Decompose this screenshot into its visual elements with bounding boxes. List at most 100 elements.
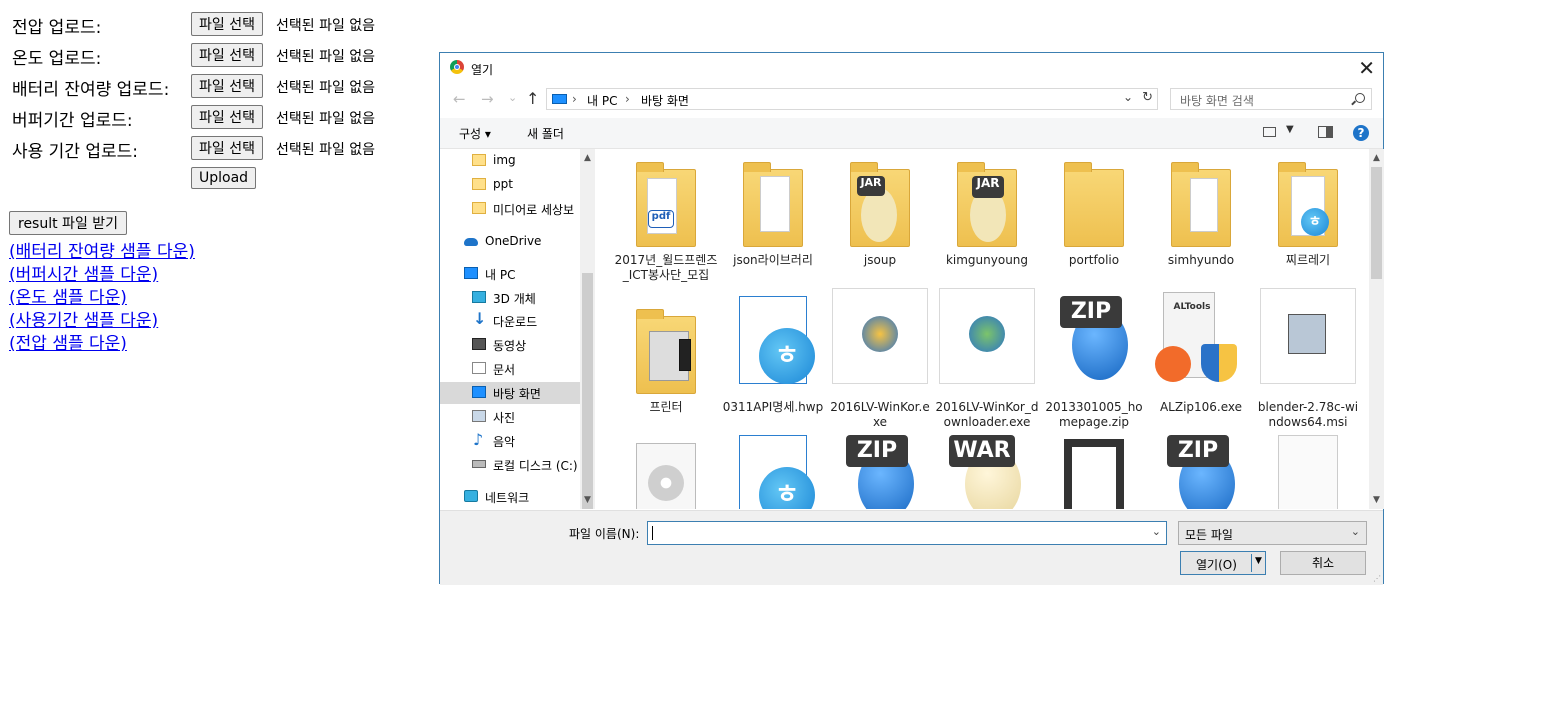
nav-item-pictures[interactable]: 사진 <box>440 406 580 428</box>
file-list: pdf 2017년_윌드프렌즈_ICT봉사단_모집 json라이브러리 JAR … <box>596 149 1369 509</box>
open-button[interactable]: 열기(O) ▼ <box>1180 551 1266 575</box>
search-box[interactable]: 바탕 화면 검색 <box>1170 88 1372 110</box>
nav-item-3d-objects[interactable]: 3D 개체 <box>440 287 580 309</box>
folder-icon <box>743 162 803 247</box>
nav-item-label: img <box>493 153 516 167</box>
usage-sample-link[interactable]: (사용기간 샘플 다운) <box>9 306 158 331</box>
folder-icon: JAR <box>957 162 1017 247</box>
zip-badge: ZIP <box>1060 296 1122 328</box>
buffer-sample-link[interactable]: (버퍼시간 샘플 다운) <box>9 260 158 285</box>
music-icon <box>472 430 486 449</box>
voltage-file-status: 선택된 파일 없음 <box>276 18 376 34</box>
address-bar[interactable]: › 내 PC › 바탕 화면 ⌄ ↻ <box>546 88 1158 110</box>
nav-item-media[interactable]: 미디어로 세상보 <box>440 198 580 220</box>
nav-item-img[interactable]: img <box>440 150 580 172</box>
local-disk-icon <box>472 460 486 468</box>
dialog-footer: 파일 이름(N): ⌄ 모든 파일 ⌄ 열기(O) ▼ 취소 ⋰ <box>440 510 1383 585</box>
battery-file-status: 선택된 파일 없음 <box>276 80 376 96</box>
chevron-down-icon[interactable]: ⌄ <box>1123 90 1133 104</box>
pdf-icon: pdf <box>648 210 674 228</box>
voltage-sample-link[interactable]: (전압 샘플 다운) <box>9 329 127 354</box>
breadcrumb-my-pc[interactable]: 내 PC <box>587 92 617 109</box>
nav-item-ppt[interactable]: ppt <box>440 174 580 196</box>
nav-pane-scrollbar[interactable]: ▲ ▼ <box>580 149 595 509</box>
msi-icon <box>1288 314 1326 354</box>
nav-item-music[interactable]: 음악 <box>440 430 580 452</box>
nav-item-local-disk[interactable]: 로컬 디스크 (C:) <box>440 454 580 476</box>
installer-icon <box>969 316 1005 352</box>
nav-item-label: 3D 개체 <box>493 292 536 306</box>
file-name: jsoup <box>863 253 897 267</box>
pictures-icon <box>472 410 486 422</box>
chevron-down-icon: ⌄ <box>1350 525 1360 538</box>
usage-file-status: 선택된 파일 없음 <box>276 142 376 158</box>
scroll-down-icon[interactable]: ▼ <box>580 495 595 505</box>
preview-pane-icon[interactable] <box>1318 126 1333 138</box>
help-icon[interactable]: ? <box>1353 125 1369 141</box>
dialog-toolbar: 구성 ▾ 새 폴더 ▼ ? <box>440 118 1383 149</box>
nav-item-label: 내 PC <box>485 268 516 282</box>
recent-locations-icon[interactable]: ⌄ <box>508 91 517 104</box>
usage-choose-file-button[interactable]: 파일 선택 <box>191 136 263 160</box>
up-arrow-icon[interactable]: ↑ <box>526 89 539 108</box>
scrollbar-thumb[interactable] <box>582 273 593 509</box>
download-icon <box>1155 346 1191 382</box>
filename-input[interactable]: ⌄ <box>647 521 1167 545</box>
disc-icon <box>648 465 684 501</box>
temperature-sample-link[interactable]: (온도 샘플 다운) <box>9 283 127 308</box>
upload-button[interactable]: Upload <box>191 167 257 189</box>
breadcrumb-desktop[interactable]: 바탕 화면 <box>641 92 689 109</box>
breadcrumb-separator: › <box>625 92 630 106</box>
voltage-upload-label: 전압 업로드: <box>12 17 102 38</box>
result-download-button[interactable]: result 파일 받기 <box>9 211 128 235</box>
jar-badge: JAR <box>857 176 885 196</box>
file-type-select[interactable]: 모든 파일 ⌄ <box>1178 521 1367 545</box>
nav-item-documents[interactable]: 문서 <box>440 358 580 380</box>
dialog-title: 열기 <box>471 63 494 77</box>
downloads-icon <box>472 309 486 328</box>
jar-icon <box>861 188 897 242</box>
file-name: 2013301005_homepage.zip <box>1045 400 1143 429</box>
view-options-icon[interactable] <box>1263 127 1276 137</box>
chevron-down-icon[interactable]: ⌄ <box>1152 525 1161 538</box>
cancel-button[interactable]: 취소 <box>1280 551 1366 575</box>
temperature-choose-file-button[interactable]: 파일 선택 <box>191 43 263 67</box>
forward-arrow-icon[interactable]: → <box>481 90 494 108</box>
organize-button[interactable]: 구성 ▾ <box>459 125 491 142</box>
nav-item-downloads[interactable]: 다운로드 <box>440 309 580 332</box>
file-open-dialog: 열기 ✕ ← → ⌄ ↑ › 내 PC › 바탕 화면 ⌄ ↻ 바탕 화면 검색… <box>439 52 1384 585</box>
nav-item-my-pc[interactable]: 내 PC <box>440 263 580 285</box>
temperature-upload-label: 온도 업로드: <box>12 48 102 69</box>
refresh-icon[interactable]: ↻ <box>1142 90 1153 105</box>
open-button-label: 열기(O) <box>1196 558 1237 572</box>
scroll-down-icon[interactable]: ▼ <box>1369 495 1384 505</box>
buffer-choose-file-button[interactable]: 파일 선택 <box>191 105 263 129</box>
scroll-up-icon[interactable]: ▲ <box>580 153 595 163</box>
voltage-choose-file-button[interactable]: 파일 선택 <box>191 12 263 36</box>
folder-icon <box>472 202 486 214</box>
nav-item-label: 다운로드 <box>493 315 538 329</box>
network-icon <box>464 490 478 502</box>
temperature-file-status: 선택된 파일 없음 <box>276 49 376 65</box>
folder-icon <box>472 178 486 190</box>
war-badge: WAR <box>949 435 1015 467</box>
chevron-down-icon[interactable]: ▼ <box>1255 556 1262 566</box>
dialog-titlebar[interactable]: 열기 ✕ <box>440 53 1383 83</box>
text-caret <box>652 526 653 540</box>
scrollbar-thumb[interactable] <box>1371 167 1382 279</box>
new-folder-button[interactable]: 새 폴더 <box>527 125 564 142</box>
nav-item-desktop[interactable]: 바탕 화면 <box>440 382 580 404</box>
battery-sample-link[interactable]: (배터리 잔여량 샘플 다운) <box>9 237 195 262</box>
breadcrumb-separator: › <box>572 92 577 106</box>
file-list-scrollbar[interactable]: ▲ ▼ <box>1369 149 1384 509</box>
resize-grip-icon[interactable]: ⋰ <box>1373 574 1381 583</box>
nav-item-network[interactable]: 네트워크 <box>440 486 580 508</box>
nav-item-videos[interactable]: 동영상 <box>440 334 580 356</box>
back-arrow-icon[interactable]: ← <box>453 90 466 108</box>
3d-objects-icon <box>472 291 486 303</box>
battery-choose-file-button[interactable]: 파일 선택 <box>191 74 263 98</box>
close-icon[interactable]: ✕ <box>1358 56 1375 80</box>
scroll-up-icon[interactable]: ▲ <box>1369 153 1384 163</box>
chevron-down-icon[interactable]: ▼ <box>1286 124 1294 135</box>
nav-item-onedrive[interactable]: OneDrive <box>440 231 580 253</box>
